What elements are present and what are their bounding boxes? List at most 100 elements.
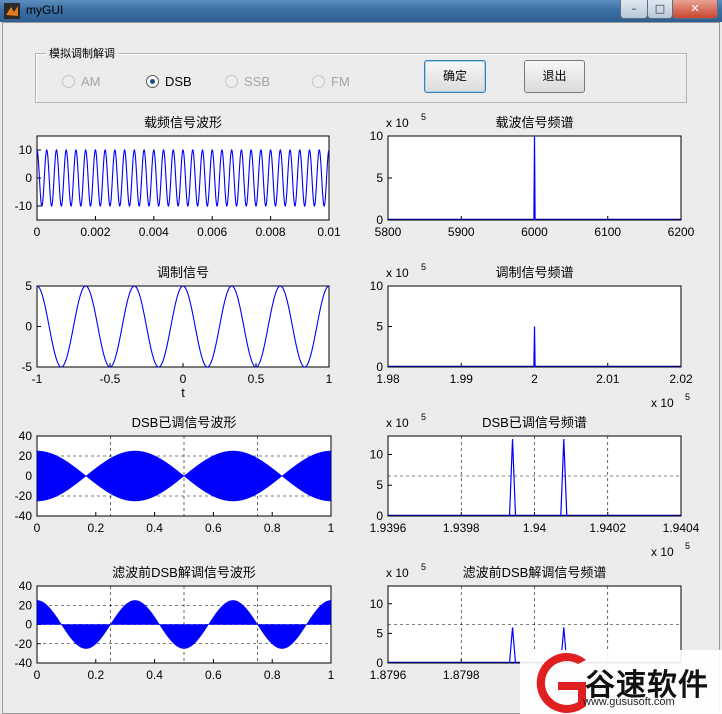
- carrier-wave-title: 载频信号波形: [144, 115, 222, 130]
- modulating-signal-xlabel: t: [181, 385, 185, 400]
- dsb-wave-xtick-label: 1: [328, 521, 335, 535]
- carrier-wave-xtick-label: 0.01: [317, 225, 341, 239]
- carrier-spectrum-axes: 载波信号频谱 5800 5900 6000 6100 6200 10 5 0 x 10 5: [370, 112, 695, 239]
- demod-spectrum-title: 滤波前DSB解调信号频谱: [463, 565, 607, 580]
- modulating-spectrum-ytick-label: 10: [370, 279, 384, 293]
- modulating-signal-plot-box: [36, 285, 330, 368]
- carrier-spectrum-xtick-label: 6200: [668, 225, 695, 239]
- modulating-signal-xtick-label: 0.5: [248, 372, 265, 386]
- carrier-wave-ytick-label: 10: [19, 143, 33, 157]
- modulating-spectrum-y-exponent-power: 5: [421, 262, 426, 272]
- modulating-spectrum-peak: [533, 326, 536, 367]
- carrier-spectrum-ytick-label: 10: [370, 129, 384, 143]
- modulating-spectrum-x-exponent: x 10: [651, 396, 674, 410]
- modulating-signal-axes: 调制信号 -1 -0.5 0 0.5 1 5 0 -5 t: [21, 265, 332, 400]
- demod-spectrum-ytick-label: 0: [376, 656, 383, 670]
- demod-spectrum-y-exponent: x 10: [386, 566, 409, 580]
- demod-wave-ytick-label: -20: [15, 637, 33, 651]
- dsb-wave-title: DSB已调信号波形: [132, 415, 237, 430]
- modulating-signal-xtick-label: -1: [32, 372, 43, 386]
- demod-spectrum-xtick-label: 1.8796: [370, 668, 407, 682]
- dsb-spectrum-y-exponent: x 10: [386, 416, 409, 430]
- demod-wave-xtick-label: 0.6: [205, 668, 222, 682]
- modulating-spectrum-xtick-label: 2: [531, 372, 538, 386]
- demod-wave-title: 滤波前DSB解调信号波形: [112, 565, 256, 580]
- modulating-spectrum-xtick-label: 2.02: [669, 372, 693, 386]
- dsb-wave-xtick-label: 0.2: [87, 521, 104, 535]
- dsb-spectrum-ytick-label: 0: [376, 509, 383, 523]
- dsb-spectrum-xtick-label: 1.9398: [443, 521, 480, 535]
- modulating-signal-xtick-label: 0: [180, 372, 187, 386]
- modulating-spectrum-ytick-label: 5: [376, 320, 383, 334]
- demod-spectrum-ytick-label: 5: [376, 626, 383, 640]
- carrier-spectrum-y-exponent: x 10: [386, 116, 409, 130]
- modulating-signal-ytick-label: 0: [25, 320, 32, 334]
- modulating-signal-ytick-label: 5: [25, 279, 32, 293]
- carrier-wave-xtick-label: 0.002: [80, 225, 110, 239]
- carrier-wave-xtick-label: 0: [34, 225, 41, 239]
- demod-wave-xtick-label: 0.4: [146, 668, 163, 682]
- dsb-spectrum-x-exponent: x 10: [651, 545, 674, 559]
- dsb-spectrum-x-exponent-power: 5: [685, 541, 690, 551]
- dsb-wave-ytick-label: 40: [19, 429, 33, 443]
- demod-spectrum-ytick-label: 10: [370, 597, 384, 611]
- watermark-url: www.gususoft.com: [583, 696, 675, 708]
- carrier-spectrum-title: 载波信号频谱: [495, 115, 573, 130]
- demod-wave-xtick-label: 0.8: [264, 668, 281, 682]
- demod-wave-ytick-label: 40: [19, 579, 33, 593]
- demod-wave-xtick-label: 0.2: [87, 668, 104, 682]
- dsb-spectrum-axes: DSB已调信号频谱 1.9396 1.9398 1.94 1.9402 1.9404 10 5…: [370, 412, 700, 559]
- modulating-signal-xtick-label: -0.5: [100, 372, 121, 386]
- carrier-spectrum-y-exponent-power: 5: [421, 112, 426, 122]
- demod-wave-ytick-label: 0: [25, 618, 32, 632]
- dsb-wave-axes: DSB已调信号波形 0 0.2 0.4 0.6 0.8 1 40 20 0 -20 -40: [15, 415, 335, 535]
- carrier-wave-plot-box: [36, 135, 330, 221]
- dsb-spectrum-xtick-label: 1.94: [523, 521, 547, 535]
- carrier-wave-axes: 载频信号波形0 0.002 0.004 0.006 0.008 0.01100-10: [15, 115, 341, 239]
- carrier-spectrum-ytick-label: 0: [376, 213, 383, 227]
- dsb-wave-xtick-label: 0: [34, 521, 41, 535]
- dsb-wave-ytick-label: -40: [15, 509, 33, 523]
- demod-wave-axes: 滤波前DSB解调信号波形 0 0.2 0.4 0.6 0.8 1 40 20 0 -20 -40: [15, 565, 335, 682]
- carrier-wave-xtick-label: 0.004: [139, 225, 169, 239]
- demod-spectrum-xtick-label: 1.8798: [443, 668, 480, 682]
- carrier-wave-xtick-label: 0.006: [197, 225, 227, 239]
- demod-wave-xtick-label: 0: [34, 668, 41, 682]
- dsb-spectrum-xtick-label: 1.9402: [589, 521, 626, 535]
- modulating-spectrum-xtick-label: 1.98: [376, 372, 400, 386]
- modulating-spectrum-xtick-label: 2.01: [596, 372, 620, 386]
- demod-wave-ytick-label: 20: [19, 598, 33, 612]
- carrier-spectrum-ytick-label: 5: [376, 171, 383, 185]
- dsb-wave-xtick-label: 0.8: [264, 521, 281, 535]
- dsb-spectrum-xtick-label: 1.9404: [663, 521, 700, 535]
- demod-wave-xtick-label: 1: [328, 668, 335, 682]
- dsb-spectrum-y-exponent-power: 5: [421, 412, 426, 422]
- carrier-spectrum-xtick-label: 6000: [521, 225, 548, 239]
- modulating-signal-ytick-label: -5: [21, 360, 32, 374]
- carrier-spectrum-xtick-label: 6100: [594, 225, 621, 239]
- carrier-wave-ytick-label: 0: [25, 171, 32, 185]
- dsb-wave-xtick-label: 0.6: [205, 521, 222, 535]
- dsb-wave-ytick-label: 20: [19, 449, 33, 463]
- carrier-spectrum-xtick-label: 5900: [448, 225, 475, 239]
- dsb-spectrum-ytick-label: 5: [376, 478, 383, 492]
- modulating-signal-title: 调制信号: [157, 265, 209, 280]
- modulating-spectrum-y-exponent: x 10: [386, 266, 409, 280]
- modulating-signal-xtick-label: 1: [326, 372, 333, 386]
- dsb-spectrum-xtick-label: 1.9396: [370, 521, 407, 535]
- dsb-spectrum-ytick-label: 10: [370, 447, 384, 461]
- plot-area: 载频信号波形0 0.002 0.004 0.006 0.008 0.01100-10载波信…: [15, 112, 700, 682]
- carrier-spectrum-xtick-label: 5800: [375, 225, 402, 239]
- demod-wave-ytick-label: -40: [15, 656, 33, 670]
- modulating-spectrum-title: 调制信号频谱: [495, 265, 573, 280]
- dsb-wave-ytick-label: 0: [25, 469, 32, 483]
- demod-spectrum-y-exponent-power: 5: [421, 562, 426, 572]
- modulating-spectrum-axes: 调制信号频谱 1.98 1.99 2 2.01 2.02 10 5 0 x 10 5 x 10 5: [370, 262, 693, 410]
- dsb-spectrum-title: DSB已调信号频谱: [482, 415, 587, 430]
- dsb-wave-ytick-label: -20: [15, 489, 33, 503]
- modulating-spectrum-x-exponent-power: 5: [685, 392, 690, 402]
- dsb-wave-xtick-label: 0.4: [146, 521, 163, 535]
- carrier-wave-xtick-label: 0.008: [256, 225, 286, 239]
- carrier-spectrum-peak: [533, 136, 536, 220]
- modulating-spectrum-ytick-label: 0: [376, 360, 383, 374]
